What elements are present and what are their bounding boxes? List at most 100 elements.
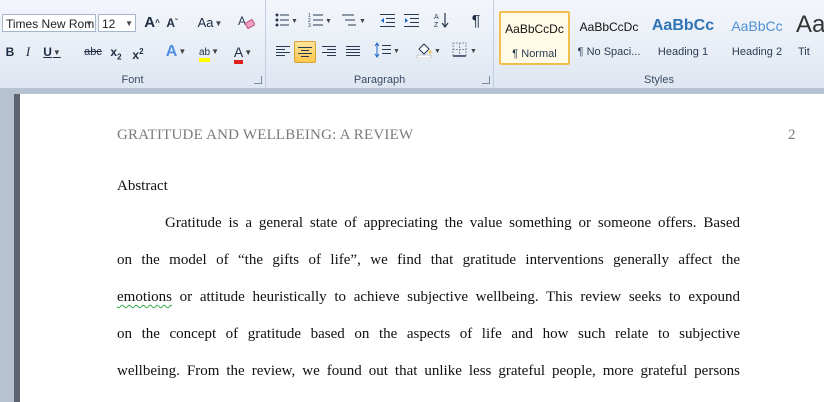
line-spacing-button[interactable]: ▼: [372, 42, 402, 62]
font-color-button[interactable]: A▼: [228, 42, 258, 64]
pilcrow-icon: ¶: [471, 13, 481, 30]
borders-button[interactable]: ▼: [450, 42, 480, 62]
chevron-down-icon: ▼: [85, 19, 93, 28]
svg-text:▼: ▼: [393, 48, 400, 55]
running-header: GRATITUDE AND WELLBEING: A REVIEW: [117, 127, 414, 143]
align-right-icon: [322, 46, 336, 58]
chevron-down-icon: ▼: [211, 47, 220, 56]
align-right-button[interactable]: [318, 42, 340, 62]
style-heading-2[interactable]: AaBbCc Heading 2: [721, 11, 793, 65]
svg-text:A: A: [238, 14, 246, 28]
highlight-button[interactable]: ab▼: [195, 42, 223, 62]
strikethrough-button[interactable]: abc: [82, 42, 104, 62]
style-name: ¶ Normal: [512, 48, 557, 60]
svg-text:▼: ▼: [359, 18, 366, 25]
font-size-value: 12: [102, 17, 116, 31]
align-center-button[interactable]: [294, 41, 316, 63]
highlight-label: ab: [198, 46, 211, 62]
svg-text:A: A: [434, 14, 439, 21]
svg-text:▼: ▼: [434, 48, 441, 55]
justify-button[interactable]: [342, 42, 364, 62]
paragraph-line: emotions or attitude heuristically to ac…: [117, 289, 740, 305]
subscript-button[interactable]: x2: [108, 42, 124, 62]
font-dialog-launcher-icon[interactable]: [254, 76, 262, 84]
grow-font-label: A: [144, 14, 156, 31]
font-group-label: Font: [121, 74, 144, 86]
font-name-value: Times New Rom: [6, 17, 95, 31]
underline-label: U: [43, 45, 52, 59]
styles-group: AaBbCcDc ¶ Normal AaBbCcDc ¶ No Spaci...…: [494, 0, 824, 88]
font-size-combo[interactable]: 12 ▼: [98, 14, 136, 32]
style-title[interactable]: Aa Tit: [794, 11, 824, 65]
ribbon: Times New Rom ▼ 12 ▼ A^ Aˇ Aa▼ A B I U▼ …: [0, 0, 824, 89]
grammar-flagged-word[interactable]: emotions: [117, 289, 172, 305]
justify-icon: [346, 46, 360, 58]
shrink-font-button[interactable]: Aˇ: [163, 13, 181, 33]
strikethrough-label: abc: [84, 46, 102, 58]
underline-button[interactable]: U▼: [38, 42, 66, 62]
page-number: 2: [788, 127, 796, 143]
abstract-heading: Abstract: [117, 178, 168, 194]
chevron-down-icon: ▼: [214, 18, 223, 28]
text-effects-button[interactable]: A▼: [163, 42, 189, 62]
document-page[interactable]: GRATITUDE AND WELLBEING: A REVIEW 2 Abst…: [20, 94, 824, 402]
style-sample: AaBbCc: [731, 18, 783, 34]
bold-label: B: [5, 45, 15, 59]
numbering-button[interactable]: 1 2 3 ▼: [306, 12, 334, 32]
show-marks-button[interactable]: ¶: [466, 12, 486, 32]
font-group: Times New Rom ▼ 12 ▼ A^ Aˇ Aa▼ A B I U▼ …: [0, 0, 266, 88]
style-normal[interactable]: AaBbCcDc ¶ Normal: [499, 11, 570, 65]
decrease-indent-icon: [380, 14, 395, 27]
font-name-combo[interactable]: Times New Rom ▼: [2, 14, 96, 32]
paragraph-group-label: Paragraph: [353, 74, 406, 86]
svg-text:▼: ▼: [325, 18, 332, 25]
chevron-down-icon: ▼: [178, 47, 187, 56]
chevron-down-icon: ▼: [125, 19, 133, 28]
grow-font-button[interactable]: A^: [143, 13, 161, 33]
chevron-down-icon: ▼: [52, 47, 61, 57]
increase-indent-button[interactable]: [402, 12, 422, 32]
align-left-button[interactable]: [272, 42, 294, 62]
paragraph-line: wellbeing. From the review, we found out…: [117, 363, 740, 379]
sort-icon: AZ: [434, 13, 449, 29]
style-sample: Aa: [796, 11, 824, 38]
style-name: Heading 1: [657, 46, 709, 58]
styles-group-label: Styles: [644, 74, 674, 86]
paragraph-line: on the concept of gratitude based on the…: [117, 326, 740, 342]
style-sample: AaBbCcDc: [505, 22, 564, 36]
svg-text:▼: ▼: [470, 48, 477, 55]
style-name: ¶ No Spaci...: [577, 46, 641, 58]
shading-button[interactable]: ▼: [414, 42, 444, 62]
shrink-font-label: A: [166, 16, 175, 30]
bullets-button[interactable]: ▼: [272, 12, 300, 32]
decrease-indent-button[interactable]: [378, 12, 398, 32]
paragraph-line: Gratitude is a general state of apprecia…: [165, 215, 740, 231]
clear-formatting-button[interactable]: A: [236, 12, 256, 32]
svg-text:▼: ▼: [291, 18, 298, 25]
sort-button[interactable]: AZ: [432, 12, 452, 32]
paragraph-line: on the model of “the gifts of life”, we …: [117, 252, 740, 268]
text-effects-label: A: [165, 43, 178, 61]
style-sample: AaBbCc: [651, 17, 715, 34]
change-case-label: Aa: [197, 15, 214, 30]
style-no-spacing[interactable]: AaBbCcDc ¶ No Spaci...: [573, 11, 645, 65]
borders-icon: ▼: [452, 42, 477, 57]
paragraph-dialog-launcher-icon[interactable]: [482, 76, 490, 84]
style-heading-1[interactable]: AaBbCc Heading 1: [647, 11, 719, 65]
multilevel-list-icon: ▼: [342, 14, 366, 26]
multilevel-list-button[interactable]: ▼: [340, 12, 368, 32]
style-name: Tit: [798, 46, 810, 58]
style-name: Heading 2: [731, 46, 783, 58]
increase-indent-icon: [404, 14, 419, 27]
numbering-icon: 123▼: [308, 13, 332, 29]
bold-button[interactable]: B: [2, 42, 18, 62]
change-case-button[interactable]: Aa▼: [196, 13, 224, 33]
italic-button[interactable]: I: [20, 42, 36, 62]
chevron-down-icon: ▼: [244, 48, 253, 58]
svg-text:3: 3: [308, 23, 311, 28]
line-spacing-icon: ▼: [374, 42, 400, 58]
superscript-button[interactable]: x2: [130, 42, 146, 62]
svg-text:Z: Z: [434, 22, 439, 28]
align-left-icon: [276, 46, 290, 58]
style-sample: AaBbCcDc: [579, 20, 639, 34]
